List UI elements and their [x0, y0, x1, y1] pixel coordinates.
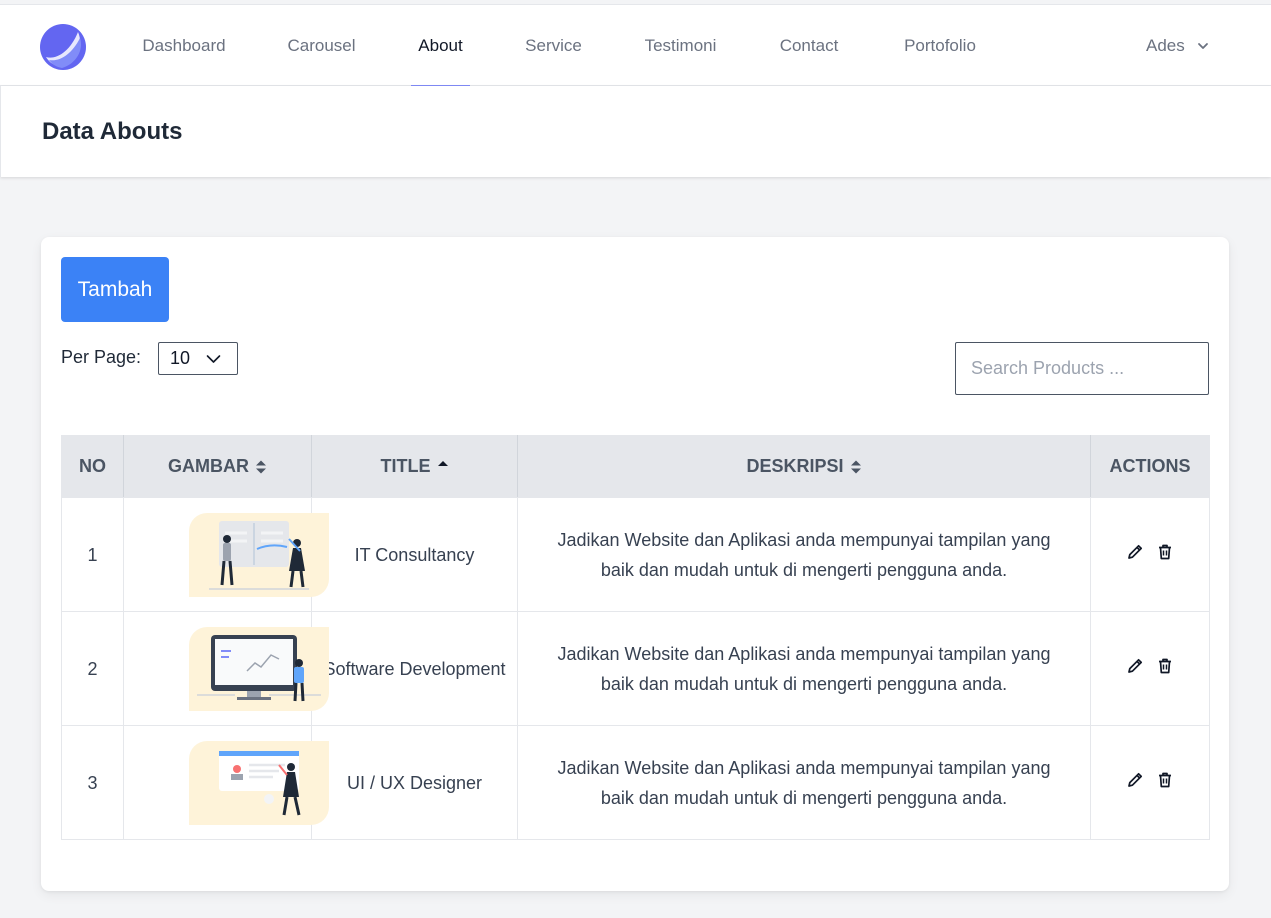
nav-item-testimoni[interactable]: Testimoni — [642, 5, 719, 87]
nav-item-about[interactable]: About — [411, 5, 470, 87]
description-cell: Jadikan Website dan Aplikasi anda mempun… — [517, 611, 1091, 726]
data-table: NO GAMBAR TITLE DESKRIPSI ACTIONS 1 IT C… — [61, 435, 1210, 840]
logo-icon[interactable] — [40, 24, 86, 70]
column-label: TITLE — [380, 456, 431, 476]
pencil-icon[interactable] — [1126, 657, 1144, 675]
title-cell: IT Consultancy — [311, 497, 518, 612]
chevron-down-icon — [1197, 43, 1208, 49]
description-cell: Jadikan Website dan Aplikasi anda mempun… — [517, 725, 1091, 840]
search-input[interactable] — [955, 342, 1209, 395]
column-label: GAMBAR — [168, 456, 249, 476]
sort-both-icon — [256, 460, 266, 473]
column-label: DESKRIPSI — [746, 456, 844, 476]
add-button[interactable]: Tambah — [61, 257, 169, 322]
pencil-icon[interactable] — [1126, 543, 1144, 561]
trash-icon[interactable] — [1156, 543, 1174, 561]
image-cell — [123, 725, 329, 840]
sort-asc-icon — [437, 460, 448, 466]
row-number: 3 — [61, 725, 124, 840]
pencil-icon[interactable] — [1126, 771, 1144, 789]
column-header-gambar[interactable]: GAMBAR — [123, 435, 312, 498]
actions-cell — [1090, 611, 1210, 726]
user-name: Ades — [1146, 36, 1185, 55]
column-header-title[interactable]: TITLE — [311, 435, 518, 498]
page-header: Data Abouts — [0, 86, 1271, 177]
title-cell: UI / UX Designer — [311, 725, 518, 840]
top-navbar: Dashboard Carousel About Service Testimo… — [0, 4, 1271, 87]
table-row: 2 Software Development Jadikan Website d… — [61, 611, 1210, 726]
per-page-select[interactable]: 10 — [158, 342, 238, 375]
actions-cell — [1090, 497, 1210, 612]
page-title: Data Abouts — [42, 118, 183, 145]
image-cell — [123, 611, 329, 726]
user-menu[interactable]: Ades — [1146, 5, 1209, 87]
nav-item-portofolio[interactable]: Portofolio — [900, 5, 980, 87]
table-row: 3 UI / UX Designer Jadikan Website dan A… — [61, 725, 1210, 840]
per-page-value: 10 — [170, 348, 191, 368]
title-cell: Software Development — [311, 611, 518, 726]
column-header-actions: ACTIONS — [1090, 435, 1210, 498]
column-header-deskripsi[interactable]: DESKRIPSI — [517, 435, 1091, 498]
uiux-illustration — [189, 741, 329, 825]
content-card: Tambah Per Page: 10 NO GAMBAR — [41, 237, 1229, 891]
table-row: 1 IT Consultancy Jadikan Website dan Apl… — [61, 497, 1210, 612]
trash-icon[interactable] — [1156, 657, 1174, 675]
description-cell: Jadikan Website dan Aplikasi anda mempun… — [517, 497, 1091, 612]
chevron-down-icon — [206, 355, 221, 363]
consultancy-illustration — [189, 513, 329, 597]
image-cell — [123, 497, 329, 612]
nav-item-carousel[interactable]: Carousel — [287, 5, 356, 87]
table-header-row: NO GAMBAR TITLE DESKRIPSI ACTIONS — [61, 435, 1210, 498]
nav-item-contact[interactable]: Contact — [778, 5, 840, 87]
trash-icon[interactable] — [1156, 771, 1174, 789]
software-illustration — [189, 627, 329, 711]
per-page-label: Per Page: — [61, 347, 142, 367]
row-number: 1 — [61, 497, 124, 612]
nav-item-service[interactable]: Service — [525, 5, 582, 87]
sort-both-icon — [850, 460, 861, 473]
actions-cell — [1090, 725, 1210, 840]
row-number: 2 — [61, 611, 124, 726]
nav-item-dashboard[interactable]: Dashboard — [141, 5, 227, 87]
column-header-no: NO — [61, 435, 124, 498]
